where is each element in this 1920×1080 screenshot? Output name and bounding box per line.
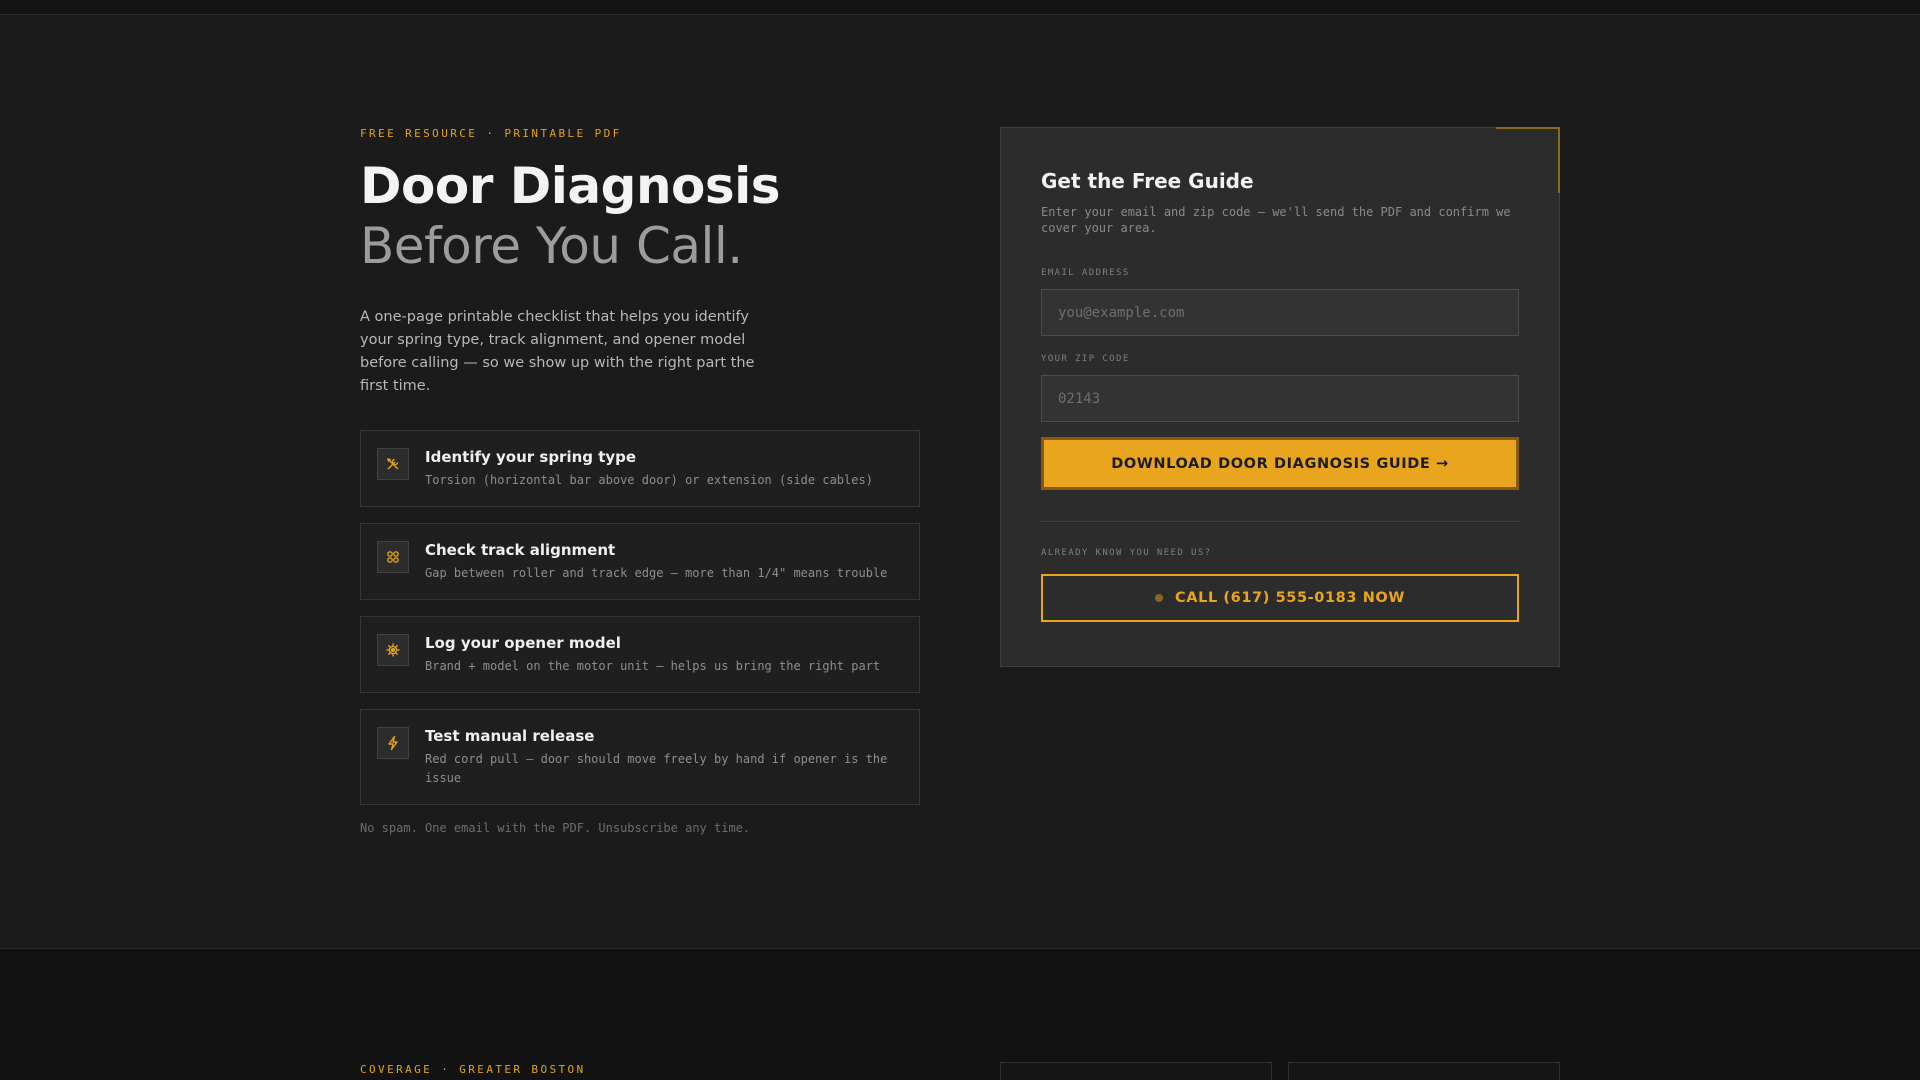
coverage-eyebrow: COVERAGE · GREATER BOSTON bbox=[360, 1063, 586, 1076]
feature-description: Gap between roller and track edge — more… bbox=[425, 566, 888, 580]
hero-title: Door Diagnosis bbox=[360, 157, 781, 215]
status-dot-icon bbox=[1155, 594, 1164, 602]
lightning-icon bbox=[377, 727, 409, 759]
call-now-button[interactable]: CALL (617) 555-0183 NOW bbox=[1041, 574, 1519, 622]
feature-item-spring-type: Identify your spring type Torsion (horiz… bbox=[360, 430, 920, 507]
feature-list: Identify your spring type Torsion (horiz… bbox=[360, 430, 920, 805]
call-button-label: CALL (617) 555-0183 NOW bbox=[1175, 590, 1405, 606]
feature-title: Check track alignment bbox=[425, 541, 616, 559]
form-divider bbox=[1041, 521, 1519, 522]
hero-subtitle: Before You Call. bbox=[360, 217, 743, 275]
feature-item-manual-release: Test manual release Red cord pull — door… bbox=[360, 709, 920, 805]
coverage-card bbox=[1288, 1062, 1560, 1080]
wrench-icon bbox=[377, 448, 409, 480]
feature-title: Log your opener model bbox=[425, 634, 621, 652]
guide-form-card: Get the Free Guide Enter your email and … bbox=[1000, 127, 1560, 667]
feature-description: Brand + model on the motor unit — helps … bbox=[425, 659, 881, 673]
coverage-card bbox=[1000, 1062, 1272, 1080]
privacy-note: No spam. One email with the PDF. Unsubsc… bbox=[360, 821, 751, 835]
top-nav-bar bbox=[0, 0, 1920, 15]
form-title: Get the Free Guide bbox=[1041, 169, 1254, 193]
feature-item-track-alignment: Check track alignment Gap between roller… bbox=[360, 523, 920, 600]
grid-icon bbox=[377, 541, 409, 573]
feature-description: Red cord pull — door should move freely … bbox=[425, 752, 888, 785]
gear-icon bbox=[377, 634, 409, 666]
feature-title: Identify your spring type bbox=[425, 448, 637, 466]
zip-code-field[interactable] bbox=[1041, 375, 1519, 422]
hero-description: A one-page printable checklist that help… bbox=[360, 309, 755, 394]
already-know-label: ALREADY KNOW YOU NEED US? bbox=[1041, 548, 1212, 558]
coverage-section: COVERAGE · GREATER BOSTON bbox=[0, 948, 1920, 1080]
form-subtitle: Enter your email and zip code — we'll se… bbox=[1041, 205, 1511, 235]
download-guide-button[interactable]: DOWNLOAD DOOR DIAGNOSIS GUIDE → bbox=[1041, 437, 1519, 490]
hero-eyebrow: FREE RESOURCE · PRINTABLE PDF bbox=[360, 127, 622, 140]
feature-item-opener-model: Log your opener model Brand + model on t… bbox=[360, 616, 920, 693]
zip-label: YOUR ZIP CODE bbox=[1041, 354, 1130, 364]
email-label: EMAIL ADDRESS bbox=[1041, 268, 1130, 278]
card-corner-accent bbox=[1496, 127, 1560, 193]
feature-title: Test manual release bbox=[425, 727, 595, 745]
hero-section: FREE RESOURCE · PRINTABLE PDF Door Diagn… bbox=[360, 127, 920, 835]
feature-description: Torsion (horizontal bar above door) or e… bbox=[425, 473, 873, 487]
email-field[interactable] bbox=[1041, 289, 1519, 336]
